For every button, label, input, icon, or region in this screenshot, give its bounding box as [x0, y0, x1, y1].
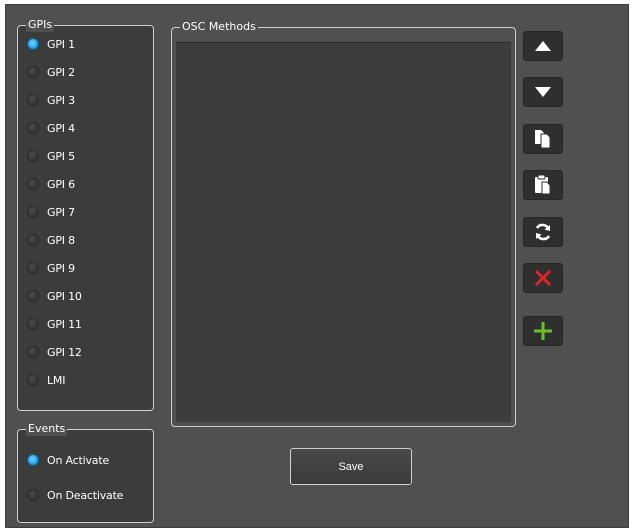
radio-icon [27, 318, 39, 330]
osc-methods-list[interactable] [176, 42, 511, 422]
move-down-button[interactable] [523, 77, 563, 107]
radio-icon [27, 206, 39, 218]
radio-icon [27, 374, 39, 386]
gpi-radio-2[interactable]: GPI 2 [27, 62, 75, 82]
paste-button[interactable] [523, 170, 563, 200]
gpi-label: GPI 7 [47, 205, 75, 219]
osc-methods-legend: OSC Methods [180, 20, 258, 34]
radio-icon [27, 454, 39, 466]
delete-button[interactable] [523, 263, 563, 293]
gpi-radio-9[interactable]: GPI 9 [27, 258, 75, 278]
radio-icon [27, 178, 39, 190]
gpi-label: GPI 9 [47, 261, 75, 275]
gpi-label: GPI 10 [47, 289, 82, 303]
delete-icon [534, 269, 552, 287]
gpi-osc-panel: GPIs GPI 1 GPI 2 GPI 3 GPI 4 GPI 5 GPI 6… [5, 4, 629, 528]
gpi-label: GPI 11 [47, 317, 82, 331]
gpi-radio-5[interactable]: GPI 5 [27, 146, 75, 166]
gpi-label: GPI 2 [47, 65, 75, 79]
move-down-icon [535, 87, 551, 97]
gpis-group: GPIs GPI 1 GPI 2 GPI 3 GPI 4 GPI 5 GPI 6… [17, 18, 154, 411]
gpi-radio-4[interactable]: GPI 4 [27, 118, 75, 138]
refresh-button[interactable] [523, 217, 563, 247]
refresh-icon [535, 223, 551, 241]
events-group: Events On Activate On Deactivate [17, 422, 154, 523]
radio-icon [27, 262, 39, 274]
radio-icon [27, 234, 39, 246]
gpi-radio-8[interactable]: GPI 8 [27, 230, 75, 250]
gpi-radio-10[interactable]: GPI 10 [27, 286, 82, 306]
radio-icon [27, 94, 39, 106]
radio-icon [27, 122, 39, 134]
event-radio-on-activate[interactable]: On Activate [27, 450, 109, 470]
radio-icon [27, 66, 39, 78]
events-legend: Events [26, 422, 68, 436]
add-button[interactable] [523, 316, 563, 346]
radio-icon [27, 38, 39, 50]
gpi-label: GPI 5 [47, 149, 75, 163]
gpi-label: GPI 4 [47, 121, 75, 135]
gpi-label: GPI 12 [47, 345, 82, 359]
gpi-radio-lmi[interactable]: LMI [27, 370, 65, 390]
gpi-radio-1[interactable]: GPI 1 [27, 34, 75, 54]
event-radio-on-deactivate[interactable]: On Deactivate [27, 485, 123, 505]
move-up-icon [535, 41, 551, 51]
save-button[interactable]: Save [290, 448, 412, 485]
radio-icon [27, 489, 39, 501]
add-icon [534, 322, 552, 340]
event-label: On Deactivate [47, 488, 124, 502]
gpi-radio-3[interactable]: GPI 3 [27, 90, 75, 110]
gpi-radio-6[interactable]: GPI 6 [27, 174, 75, 194]
move-up-button[interactable] [523, 31, 563, 61]
paste-icon [535, 175, 551, 195]
radio-icon [27, 346, 39, 358]
radio-icon [27, 290, 39, 302]
gpis-legend: GPIs [26, 18, 55, 32]
gpi-radio-12[interactable]: GPI 12 [27, 342, 82, 362]
gpi-label: GPI 8 [47, 233, 75, 247]
radio-icon [27, 150, 39, 162]
gpi-label: GPI 3 [47, 93, 75, 107]
event-label: On Activate [47, 453, 110, 467]
gpi-radio-11[interactable]: GPI 11 [27, 314, 82, 334]
gpi-label: GPI 6 [47, 177, 75, 191]
gpi-label: LMI [47, 373, 66, 387]
copy-icon [535, 130, 551, 149]
gpi-label: GPI 1 [47, 37, 75, 51]
gpi-radio-7[interactable]: GPI 7 [27, 202, 75, 222]
osc-methods-group: OSC Methods [171, 20, 516, 427]
copy-button[interactable] [523, 124, 563, 154]
